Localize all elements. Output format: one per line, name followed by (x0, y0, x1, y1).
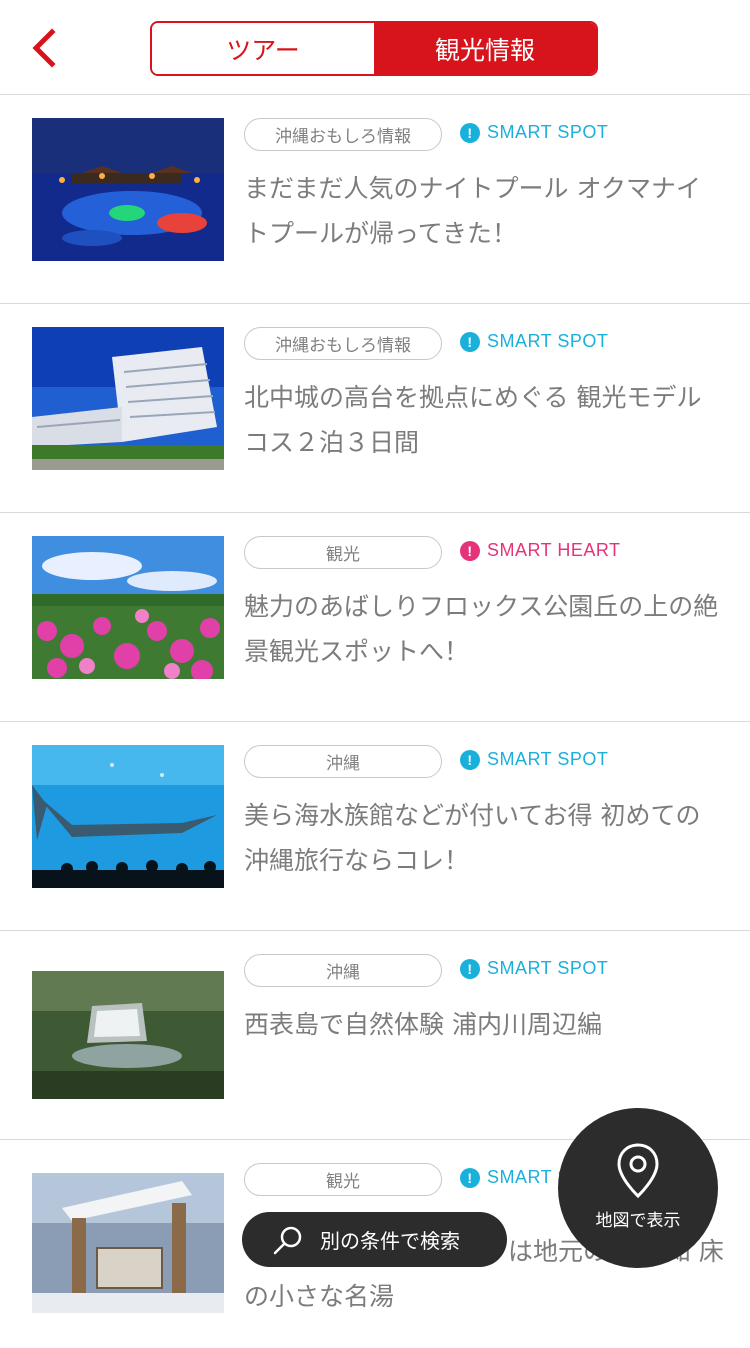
tab-tour[interactable]: ツアー (152, 23, 374, 74)
exclamation-icon: ! (460, 331, 480, 352)
exclamation-icon: ! (460, 540, 480, 561)
exclamation-icon: ! (460, 122, 480, 143)
back-button[interactable] (28, 26, 68, 70)
badge-label: SMART SPOT (487, 958, 609, 978)
thumbnail-aquarium (32, 745, 224, 888)
search-icon (273, 1226, 302, 1254)
segmented-control: ツアー 観光情報 (150, 21, 598, 76)
exclamation-icon: ! (460, 958, 480, 979)
search-button-label: 別の条件で検索 (320, 1229, 460, 1253)
tab-sightseeing[interactable]: 観光情報 (374, 23, 596, 74)
smart-badge: ! SMART SPOT (460, 958, 608, 979)
badge-label: SMART SPOT (487, 749, 609, 769)
map-button-label: 地図で表示 (595, 1211, 681, 1231)
smart-badge: ! SMART SPOT (460, 122, 608, 143)
category-tag: 沖縄 (244, 954, 442, 987)
thumbnail-night-pool (32, 118, 224, 261)
article-title: 魅力のあばしりフロックス公園丘の上の絶景観光スポットへ！ (244, 592, 719, 666)
list-item[interactable]: 沖縄おもしろ情報 ! SMART SPOT 北中城の高台を拠点にめぐる 観光モデ… (0, 304, 750, 513)
thumbnail-waterfall (32, 971, 224, 1099)
article-title: まだまだ人気のナイトプール オクマナイトプールが帰ってきた！ (244, 174, 701, 248)
thumbnail-onsen (32, 1173, 224, 1313)
article-title: 北中城の高台を拠点にめぐる 観光モデルコス２泊３日間 (244, 383, 702, 457)
smart-badge: ! SMART HEART (460, 540, 621, 561)
category-tag: 沖縄おもしろ情報 (244, 327, 442, 360)
smart-badge: ! SMART SPOT (460, 749, 608, 770)
list-item[interactable]: 沖縄おもしろ情報 ! SMART SPOT まだまだ人気のナイトプール オクマナ… (0, 95, 750, 304)
chevron-left-icon (32, 28, 56, 68)
list-item[interactable]: 沖縄 ! SMART SPOT 美ら海水族館などが付いてお得 初めての沖縄旅行な… (0, 722, 750, 931)
exclamation-icon: ! (460, 749, 480, 770)
badge-label: SMART HEART (487, 540, 621, 560)
list-item[interactable]: 観光 ! SMART HEART 魅力のあばしりフロックス公園丘の上の絶景観光ス… (0, 513, 750, 722)
search-other-conditions-button[interactable]: 別の条件で検索 (242, 1212, 507, 1267)
category-tag: 観光 (244, 1163, 442, 1196)
category-tag: 沖縄 (244, 745, 442, 778)
exclamation-icon: ! (460, 1167, 480, 1188)
category-tag: 観光 (244, 536, 442, 569)
show-map-button[interactable]: 地図で表示 (558, 1108, 718, 1268)
header-bar: ツアー 観光情報 (0, 0, 750, 95)
thumbnail-flower-field (32, 536, 224, 679)
map-pin-icon (617, 1143, 659, 1199)
badge-label: SMART SPOT (487, 122, 609, 142)
article-title: 西表島で自然体験 浦内川周辺編 (244, 1010, 602, 1039)
article-title: 美ら海水族館などが付いてお得 初めての沖縄旅行ならコレ！ (244, 801, 701, 875)
smart-badge: ! SMART SPOT (460, 331, 608, 352)
badge-label: SMART SPOT (487, 331, 609, 351)
category-tag: 沖縄おもしろ情報 (244, 118, 442, 151)
thumbnail-hotel (32, 327, 224, 470)
